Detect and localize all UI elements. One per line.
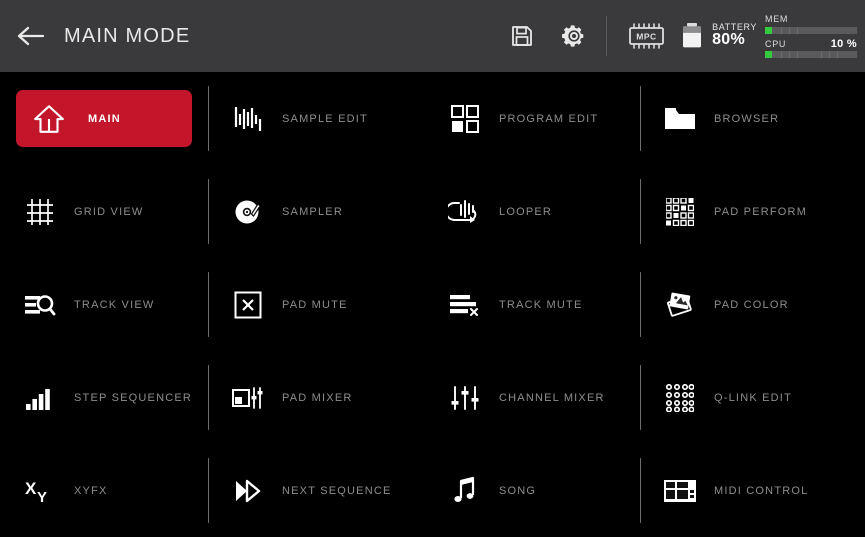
battery-icon: [679, 21, 705, 51]
mem-meter-head: MEM: [765, 14, 857, 27]
cpu-meter-head: CPU 10 %: [765, 38, 857, 51]
mode-cell-midi-control[interactable]: MIDI CONTROL: [640, 444, 865, 537]
double-chevron-icon: [226, 469, 270, 513]
mode-cell-grid-view[interactable]: GRID VIEW: [0, 165, 208, 258]
mode-cell-label: STEP SEQUENCER: [74, 391, 193, 404]
ascending-bars-icon: [18, 376, 62, 420]
battery-indicator: BATTERY 80%: [675, 21, 765, 51]
cpu-meter: CPU 10 %: [765, 38, 857, 58]
cpu-label: CPU: [765, 39, 787, 49]
save-floppy-icon: [510, 24, 534, 48]
bars-x-icon: [443, 283, 487, 327]
mode-cell-pad-mute[interactable]: PAD MUTE: [208, 258, 425, 351]
mode-cell-label: TRACK VIEW: [74, 298, 155, 311]
mode-cell-pad-color[interactable]: PAD COLOR: [640, 258, 865, 351]
home-up-arrow-icon: [32, 102, 66, 136]
mode-cell-main[interactable]: MAIN: [0, 72, 208, 165]
mode-cell-sample-edit[interactable]: SAMPLE EDIT: [208, 72, 425, 165]
mode-cell-looper[interactable]: LOOPER: [425, 165, 640, 258]
mode-cell-label: TRACK MUTE: [499, 298, 583, 311]
mode-cell-label: LOOPER: [499, 205, 553, 218]
mode-cell-label: PROGRAM EDIT: [499, 112, 599, 125]
mode-cell-track-view[interactable]: TRACK VIEW: [0, 258, 208, 351]
mode-cell-xyfx[interactable]: X Y XYFX: [0, 444, 208, 537]
mode-cell-channel-mixer[interactable]: CHANNEL MIXER: [425, 351, 640, 444]
color-swatch-icon: [658, 283, 702, 327]
mode-cell-label: PAD MIXER: [282, 391, 353, 404]
screen-layout-icon: [658, 469, 702, 513]
mem-meter-fill: [765, 27, 773, 34]
gear-icon: [561, 23, 587, 49]
knob-grid-icon: [658, 376, 702, 420]
mem-meter: MEM: [765, 14, 857, 34]
waveform-icon: [226, 97, 270, 141]
page-title: MAIN MODE: [64, 24, 191, 47]
bars-magnifier-icon: [18, 283, 62, 327]
settings-button[interactable]: [548, 0, 600, 72]
mode-cell-label: SAMPLER: [282, 205, 343, 218]
svg-text:Y: Y: [37, 489, 47, 506]
svg-text:X: X: [25, 479, 37, 498]
mode-cell-label: PAD MUTE: [282, 298, 348, 311]
arrow-left-icon: [16, 24, 46, 48]
mode-cell-step-sequencer[interactable]: STEP SEQUENCER: [0, 351, 208, 444]
battery-text: BATTERY 80%: [712, 22, 757, 49]
mode-cell-track-mute[interactable]: TRACK MUTE: [425, 258, 640, 351]
mode-cell-label: SONG: [499, 484, 537, 497]
svg-text:MPC: MPC: [636, 31, 656, 41]
cpu-value: 10 %: [830, 38, 857, 50]
music-note-icon: [443, 469, 487, 513]
pad-faders-icon: [226, 376, 270, 420]
pad-grid-16-icon: [658, 190, 702, 234]
four-squares-icon: [443, 97, 487, 141]
mode-cell-label: PAD COLOR: [714, 298, 789, 311]
mode-cell-pad-perform[interactable]: PAD PERFORM: [640, 165, 865, 258]
mpc-main-mode-screen: MAIN MODE MPC BATTERY 80% MEM CPU 10 % M…: [0, 0, 865, 537]
back-button[interactable]: [0, 0, 62, 72]
loop-waveform-icon: [443, 190, 487, 234]
mode-cell-label: SAMPLE EDIT: [282, 112, 368, 125]
mode-cell-label: PAD PERFORM: [714, 205, 808, 218]
mode-cell-label: Q-LINK EDIT: [714, 391, 792, 404]
active-mode-highlight[interactable]: MAIN: [16, 90, 192, 147]
faders-icon: [443, 376, 487, 420]
mem-label: MEM: [765, 14, 789, 24]
cpu-meter-fill: [765, 51, 773, 58]
mode-cell-sampler[interactable]: SAMPLER: [208, 165, 425, 258]
cpu-meter-bar: [765, 51, 857, 58]
mode-cell-browser[interactable]: BROWSER: [640, 72, 865, 165]
mode-cell-next-sequence[interactable]: NEXT SEQUENCE: [208, 444, 425, 537]
mode-cell-label: BROWSER: [714, 112, 780, 125]
mode-cell-label: XYFX: [74, 484, 108, 497]
mode-cell-label: CHANNEL MIXER: [499, 391, 605, 404]
mpc-chip-button[interactable]: MPC: [617, 0, 675, 72]
resource-meters: MEM CPU 10 %: [765, 14, 857, 58]
mode-cell-label: MIDI CONTROL: [714, 484, 809, 497]
mem-meter-bar: [765, 27, 857, 34]
mode-cell-program-edit[interactable]: PROGRAM EDIT: [425, 72, 640, 165]
mode-cell-pad-mixer[interactable]: PAD MIXER: [208, 351, 425, 444]
battery-value: 80%: [712, 31, 746, 49]
mode-grid: MAIN SAMPLE EDIT PROGRAM EDIT BROWSER GRID V…: [0, 72, 865, 537]
mode-cell-song[interactable]: SONG: [425, 444, 640, 537]
square-x-icon: [226, 283, 270, 327]
mode-cell-label: NEXT SEQUENCE: [282, 484, 392, 497]
mode-cell-label: GRID VIEW: [74, 205, 144, 218]
folder-icon: [658, 97, 702, 141]
mpc-chip-icon: MPC: [624, 21, 668, 51]
header-bar: MAIN MODE MPC BATTERY 80% MEM CPU 10 %: [0, 0, 865, 72]
turntable-icon: [226, 190, 270, 234]
header-divider: [606, 16, 608, 56]
xy-letters-icon: XY: [18, 469, 62, 513]
save-button[interactable]: [496, 0, 548, 72]
mode-cell-q-link-edit[interactable]: Q-LINK EDIT: [640, 351, 865, 444]
mode-cell-label: MAIN: [88, 112, 121, 125]
grid-mesh-icon: [18, 190, 62, 234]
